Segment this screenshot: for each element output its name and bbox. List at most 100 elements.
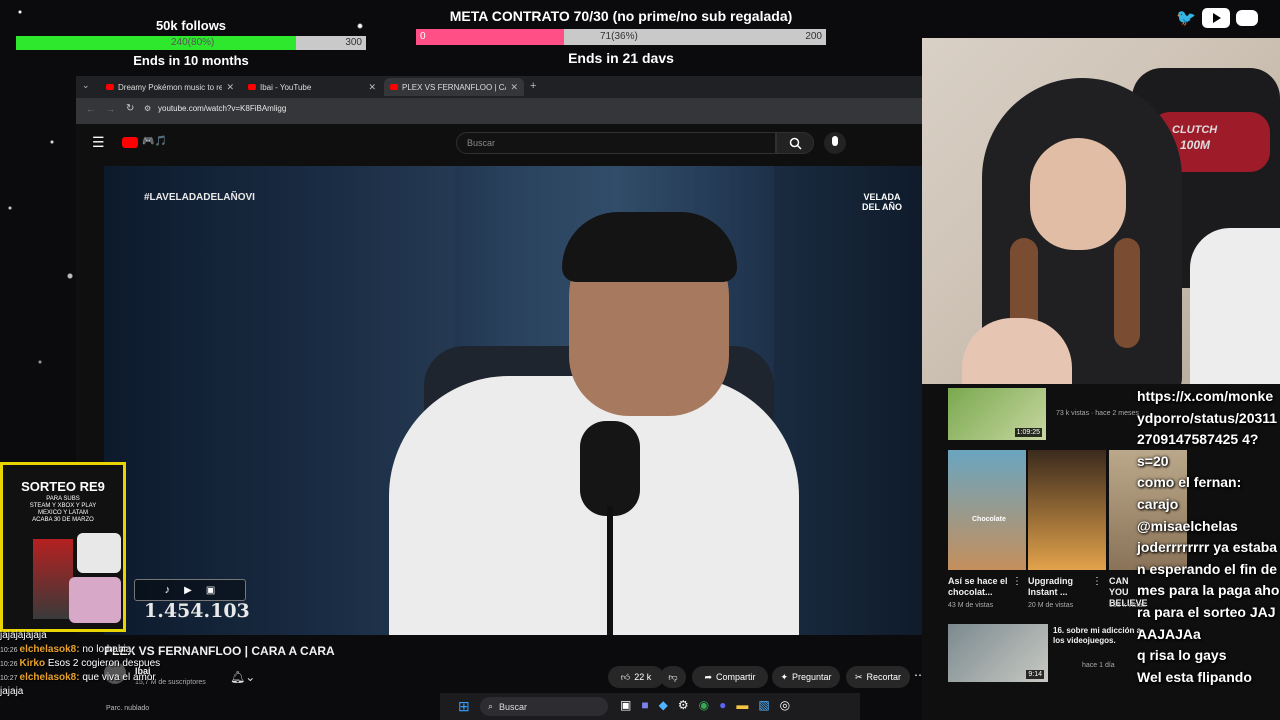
tab-ibai-youtube[interactable]: Ibai - YouTube ✕ [242, 78, 382, 96]
tab-bar: ⌄ Dreamy Pokémon music to rest ✕ Ibai - … [76, 76, 922, 98]
meta-max: 200 [805, 31, 822, 42]
chat-overlay-right: https://x.com/monkeydporro/status/203112… [1137, 386, 1280, 688]
close-tab-icon[interactable]: ✕ [368, 82, 376, 93]
dislike-button[interactable]: 👎︎ [660, 666, 686, 688]
copilot-icon[interactable]: ◆ [659, 698, 668, 712]
dog-photo [77, 533, 121, 573]
card-2-more-icon[interactable]: ⋮ [1092, 576, 1102, 587]
menu-icon[interactable]: ☰ [92, 134, 105, 151]
bottom-card-meta: hace 1 día [1082, 662, 1115, 669]
giveaway-line: PARA SUBS [46, 496, 80, 502]
thumbs-up-icon: 👍︎ [620, 671, 631, 682]
meta-min: 0 [420, 31, 426, 42]
chat-message: https://x.com/monkeydporro/status/203112… [1137, 388, 1278, 448]
youtube-header: ☰ 🎮🎵 Buscar [76, 124, 922, 164]
scissors-icon: ✂ [854, 671, 863, 682]
settings-icon[interactable]: ⚙ [678, 698, 689, 712]
new-tab-icon[interactable]: + [530, 80, 536, 92]
twitch-icon: ▣ [205, 584, 216, 596]
like-button[interactable]: 👍︎ 22 k [608, 666, 664, 688]
sticker-photo [69, 577, 121, 623]
card-1-badge: Chocolate [972, 516, 1006, 523]
chat-line: 10:26 elchelasok8: no lo habia [0, 644, 300, 658]
chat-text: jajajajajaja [0, 630, 47, 641]
browser-window: ⌄ Dreamy Pokémon music to rest ✕ Ibai - … [76, 76, 922, 635]
sparkle-icon: ✦ [780, 671, 788, 682]
top-card-meta: 73 k vistas · hace 2 meses [1056, 410, 1139, 417]
braid-right [1114, 238, 1140, 348]
tab-list-icon[interactable]: ⌄ [82, 80, 90, 91]
microphone-icon [832, 136, 838, 146]
chat-overlay-left: jajajajajaja 10:26 elchelasok8: no lo hab… [0, 630, 300, 700]
task-view-icon[interactable]: ▣ [620, 698, 631, 712]
chat-message: q risa lo gays [1137, 647, 1227, 664]
chat-message: carajo [1137, 495, 1179, 512]
tab-pokemon-music[interactable]: Dreamy Pokémon music to rest ✕ [100, 78, 240, 96]
card-1-more-icon[interactable]: ⋮ [1012, 576, 1022, 587]
resident-evil-cover [33, 539, 73, 619]
tab-plex-vs-fernanfloo[interactable]: PLEX VS FERNANFLOO | CARA A ✕ [384, 78, 524, 96]
chat-line: 10:26 Kirko Esos 2 cogieron despues [0, 658, 300, 672]
top-card-thumbnail[interactable]: 1:09:25 [948, 388, 1046, 440]
close-tab-icon[interactable]: ✕ [226, 82, 234, 93]
giveaway-line: ACABA 30 DE MARZO [32, 517, 94, 523]
back-icon[interactable]: ← [86, 104, 95, 114]
discord-icon[interactable]: ● [719, 698, 726, 712]
search-input[interactable]: Buscar [456, 132, 776, 154]
close-tab-icon[interactable]: ✕ [510, 82, 518, 93]
white-pillow [1190, 228, 1280, 384]
clip-button[interactable]: ✂ Recortar [846, 666, 910, 688]
url-field[interactable]: youtube.com/watch?v=K8FiBAmligg [158, 104, 286, 113]
giveaway-line: STEAM Y XBOX Y PLAY [29, 503, 97, 509]
follows-goal-fill [16, 36, 296, 50]
youtube-favicon-icon [106, 84, 114, 90]
bottom-card-thumbnail[interactable]: 9:14 [948, 624, 1048, 682]
ask-button[interactable]: ✦ Preguntar [772, 666, 840, 688]
forward-icon[interactable]: → [106, 104, 115, 114]
meta-goal-bar: 0 71(36%) 200 [416, 29, 826, 45]
chair-text-bottom: 100M [1180, 138, 1211, 152]
video-player[interactable]: #LAVELADADELAÑOVI VELADA DEL AÑO ♪ ▶ ▣ 1… [104, 166, 922, 635]
youtube-logo-icon[interactable] [122, 137, 138, 148]
chat-message: s=20 [1137, 452, 1169, 469]
taskbar-search-label: Buscar [499, 701, 528, 712]
tiktok-icon: ♪ [164, 584, 171, 596]
giveaway-line: MEXICO Y LATAM [38, 510, 88, 516]
share-button[interactable]: ➦ Compartir [692, 666, 768, 688]
meta-progress-text: 71(36%) [600, 31, 638, 42]
card-2-title[interactable]: Upgrading Instant ... [1028, 576, 1098, 598]
search-button[interactable] [776, 132, 814, 154]
card-1-thumbnail[interactable]: Chocolate [948, 450, 1026, 570]
podcast-microphone [580, 421, 640, 516]
chat-message: @misaelchelas [1137, 517, 1238, 534]
youtube-icon [1201, 8, 1230, 28]
follows-ends: Ends in 10 months [133, 53, 249, 68]
like-count: 22 k [634, 672, 652, 682]
card-1-title[interactable]: Así se hace el chocolat... [948, 576, 1018, 598]
file-explorer-icon[interactable]: ▬ [736, 698, 748, 712]
reload-icon[interactable]: ↻ [126, 103, 134, 114]
mic-stand [607, 506, 613, 635]
card-2-thumbnail[interactable] [1028, 450, 1106, 570]
youtube-doodle-icon: 🎮🎵 [142, 136, 167, 147]
webcam-feed: CLUTCH 100M [922, 38, 1280, 384]
chat-user: elchelasok8: [19, 672, 80, 683]
site-info-icon[interactable]: ⚙ [144, 104, 151, 113]
chrome-icon[interactable]: ◉ [699, 698, 709, 712]
search-icon [789, 137, 802, 150]
chat-text: que viva el amor [82, 672, 156, 683]
streamer-face [1030, 138, 1126, 250]
share-icon: ➦ [704, 671, 713, 682]
obs-icon[interactable]: ◎ [780, 698, 790, 712]
windows-start-icon[interactable]: ⊞ [458, 698, 470, 715]
follows-progress-text: 240(80%) [171, 37, 215, 48]
chat-message: como el fernan: [1137, 474, 1242, 491]
teams-icon[interactable]: ■ [641, 698, 648, 712]
taskbar-apps: ▣ ■ ◆ ⚙ ◉ ● ▬ ▧ ◎ [620, 698, 790, 712]
card-2-meta: 20 M de vistas [1028, 602, 1074, 609]
photos-icon[interactable]: ▧ [758, 698, 769, 712]
chat-user: elchelasok8: [19, 644, 80, 655]
chat-text: no lo habia [82, 644, 132, 655]
taskbar-search[interactable]: ⌕ Buscar [480, 697, 608, 716]
voice-search-button[interactable] [824, 132, 846, 154]
